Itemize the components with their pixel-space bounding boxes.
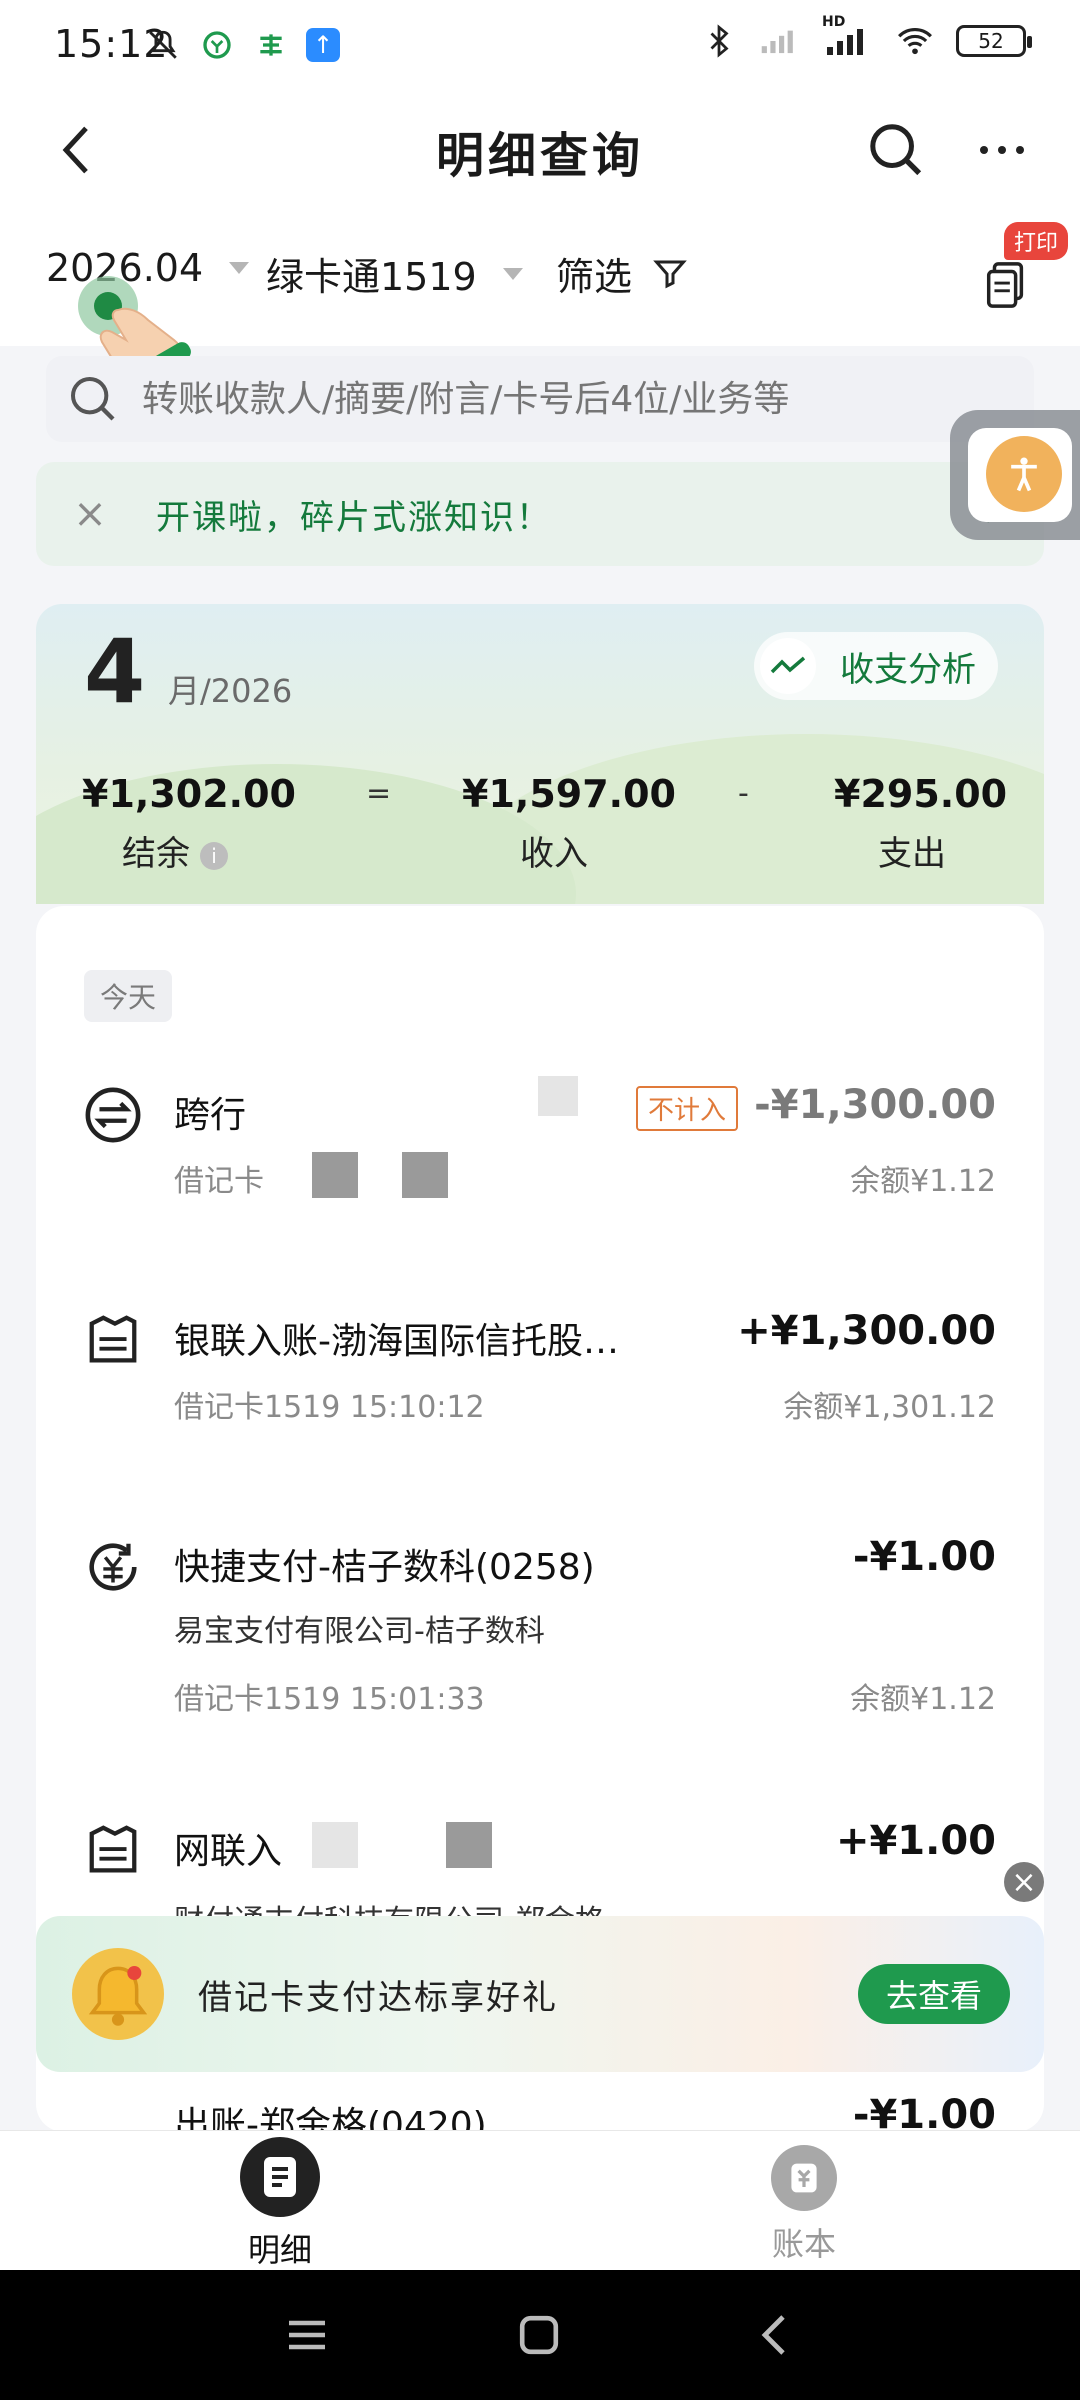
document-list-icon — [240, 2137, 320, 2217]
app-header: 明细查询 — [0, 96, 1080, 216]
transaction-amount: +¥1.00 — [835, 1818, 996, 1864]
not-counted-badge: 不计入 — [636, 1086, 739, 1131]
bottom-tab-bar: 明细 账本 — [0, 2130, 1080, 2271]
analysis-label: 收支分析 — [840, 649, 976, 690]
equals-sign: = — [366, 776, 392, 811]
app-green-icon — [198, 26, 236, 64]
income-label: 收入 — [520, 834, 588, 874]
balance-label-wrap: 结余 i — [122, 826, 228, 875]
search-input[interactable] — [140, 377, 1024, 421]
battery-indicator: 52 — [956, 25, 1032, 57]
transaction-title: 出账-郑金格(0420) — [174, 2105, 487, 2132]
info-icon[interactable]: i — [200, 841, 228, 870]
transaction-amount: +¥1,300.00 — [737, 1308, 996, 1354]
bell-icon — [72, 1948, 164, 2040]
transaction-merchant: 易宝支付有限公司-桔子数科 — [174, 1614, 545, 1649]
bluetooth-icon — [700, 22, 738, 60]
trend-icon — [760, 638, 816, 694]
transaction-balance: 余额¥1.12 — [850, 1164, 996, 1199]
privacy-mosaic — [402, 1152, 448, 1198]
wifi-icon — [896, 22, 934, 60]
screen-filter-label: 筛选 — [556, 255, 633, 299]
promo-view-button[interactable]: 去查看 — [858, 1964, 1010, 2024]
card-filter[interactable]: 绿卡通1519 — [266, 246, 523, 301]
balance-label: 结余 — [122, 834, 190, 874]
minus-sign: - — [738, 776, 749, 811]
document-copy-icon — [986, 262, 1024, 308]
transaction-card: 借记卡 — [174, 1164, 264, 1199]
ledger-icon — [771, 2145, 837, 2211]
receipt-icon — [84, 1312, 142, 1374]
transaction-balance: 余额¥1,301.12 — [783, 1390, 996, 1425]
search-icon — [870, 124, 922, 176]
income-amount: ¥1,597.00 — [462, 772, 676, 816]
transaction-row[interactable]: 跨行 不计入 -¥1,300.00 借记卡 余额¥1.12 — [36, 1076, 1044, 1276]
notice-banner[interactable]: × 开课啦，碎片式涨知识！ › — [36, 462, 1044, 566]
notice-text: 开课啦，碎片式涨知识！ — [156, 498, 552, 538]
transaction-row[interactable]: 快捷支付-桔子数科(0258) -¥1.00 易宝支付有限公司-桔子数科 借记卡… — [36, 1528, 1044, 1788]
tab-detail[interactable]: 明细 — [180, 2137, 380, 2271]
print-badge: 打印 — [1004, 222, 1069, 260]
month-year: 月/2026 — [168, 672, 293, 710]
transaction-title: 跨行 — [174, 1095, 247, 1136]
accessibility-icon[interactable] — [986, 436, 1062, 512]
hd-label: HD — [822, 14, 846, 30]
app-bank-icon — [252, 26, 290, 64]
balance-amount: ¥1,302.00 — [82, 772, 296, 816]
transfer-icon — [84, 1086, 142, 1148]
close-icon[interactable]: × — [1004, 1862, 1044, 1902]
transaction-balance: 余额¥1.12 — [850, 1682, 996, 1717]
bell-muted-icon — [144, 26, 182, 64]
tab-detail-label: 明细 — [247, 2231, 312, 2269]
status-bar: 15:12 ↑ HD 52 — [0, 0, 1080, 96]
signal-hd-icon: HD — [820, 14, 874, 60]
tab-ledger-label: 账本 — [771, 2225, 836, 2263]
screen-filter[interactable]: 筛选 — [556, 246, 688, 301]
back-icon[interactable] — [738, 2300, 808, 2370]
search-box[interactable] — [46, 356, 1034, 442]
expense-label: 支出 — [878, 834, 946, 874]
month-number: 4 — [84, 620, 146, 723]
privacy-mosaic — [312, 1822, 358, 1868]
transaction-amount: -¥1.00 — [852, 2092, 996, 2132]
promo-banner[interactable]: 借记卡支付达标享好礼 去查看 — [36, 1916, 1044, 2072]
transaction-row[interactable]: 出账-郑金格(0420) -¥1.00 — [36, 2092, 1044, 2132]
transaction-title: 快捷支付-桔子数科(0258) — [174, 1547, 595, 1588]
privacy-mosaic — [538, 1076, 578, 1116]
close-icon[interactable]: × — [66, 490, 114, 538]
date-group-tag: 今天 — [84, 970, 173, 1022]
caret-down-icon — [229, 262, 250, 274]
receipt-icon — [84, 1822, 142, 1884]
more-button[interactable] — [964, 112, 1040, 188]
status-system: HD 52 — [700, 14, 1032, 60]
expense-amount: ¥295.00 — [834, 772, 1008, 816]
funnel-icon — [653, 260, 687, 288]
quick-pay-icon — [84, 1538, 142, 1600]
app-upload-icon: ↑ — [306, 28, 340, 62]
summary-card: 4 月/2026 收支分析 ¥1,302.00 结余 i = ¥1,597.00 … — [36, 604, 1044, 904]
transaction-card: 借记卡1519 15:01:33 — [174, 1682, 485, 1717]
privacy-mosaic — [312, 1152, 358, 1198]
transaction-amount: -¥1,300.00 — [754, 1082, 996, 1128]
transaction-row[interactable]: 银联入账-渤海国际信托股… +¥1,300.00 借记卡1519 15:10:1… — [36, 1302, 1044, 1502]
card-filter-label: 绿卡通1519 — [266, 255, 477, 299]
transaction-title: 银联入账-渤海国际信托股… — [174, 1321, 619, 1362]
search-icon — [71, 377, 115, 421]
promo-text: 借记卡支付达标享好礼 — [198, 1978, 558, 2018]
menu-icon[interactable] — [272, 2300, 342, 2370]
status-notifications: ↑ — [144, 26, 340, 64]
more-dots-icon — [980, 146, 1024, 154]
tab-ledger[interactable]: 账本 — [704, 2137, 904, 2265]
analysis-button[interactable]: 收支分析 — [754, 632, 998, 700]
privacy-mosaic — [446, 1822, 492, 1868]
search-button[interactable] — [858, 112, 934, 188]
signal-weak-icon — [760, 22, 798, 60]
transaction-amount: -¥1.00 — [852, 1534, 996, 1580]
transaction-title: 网联入 — [174, 1831, 283, 1872]
transaction-card: 借记卡1519 15:10:12 — [174, 1390, 485, 1425]
home-icon[interactable] — [504, 2300, 574, 2370]
caret-down-icon — [502, 267, 523, 280]
system-nav-bar — [0, 2270, 1080, 2400]
